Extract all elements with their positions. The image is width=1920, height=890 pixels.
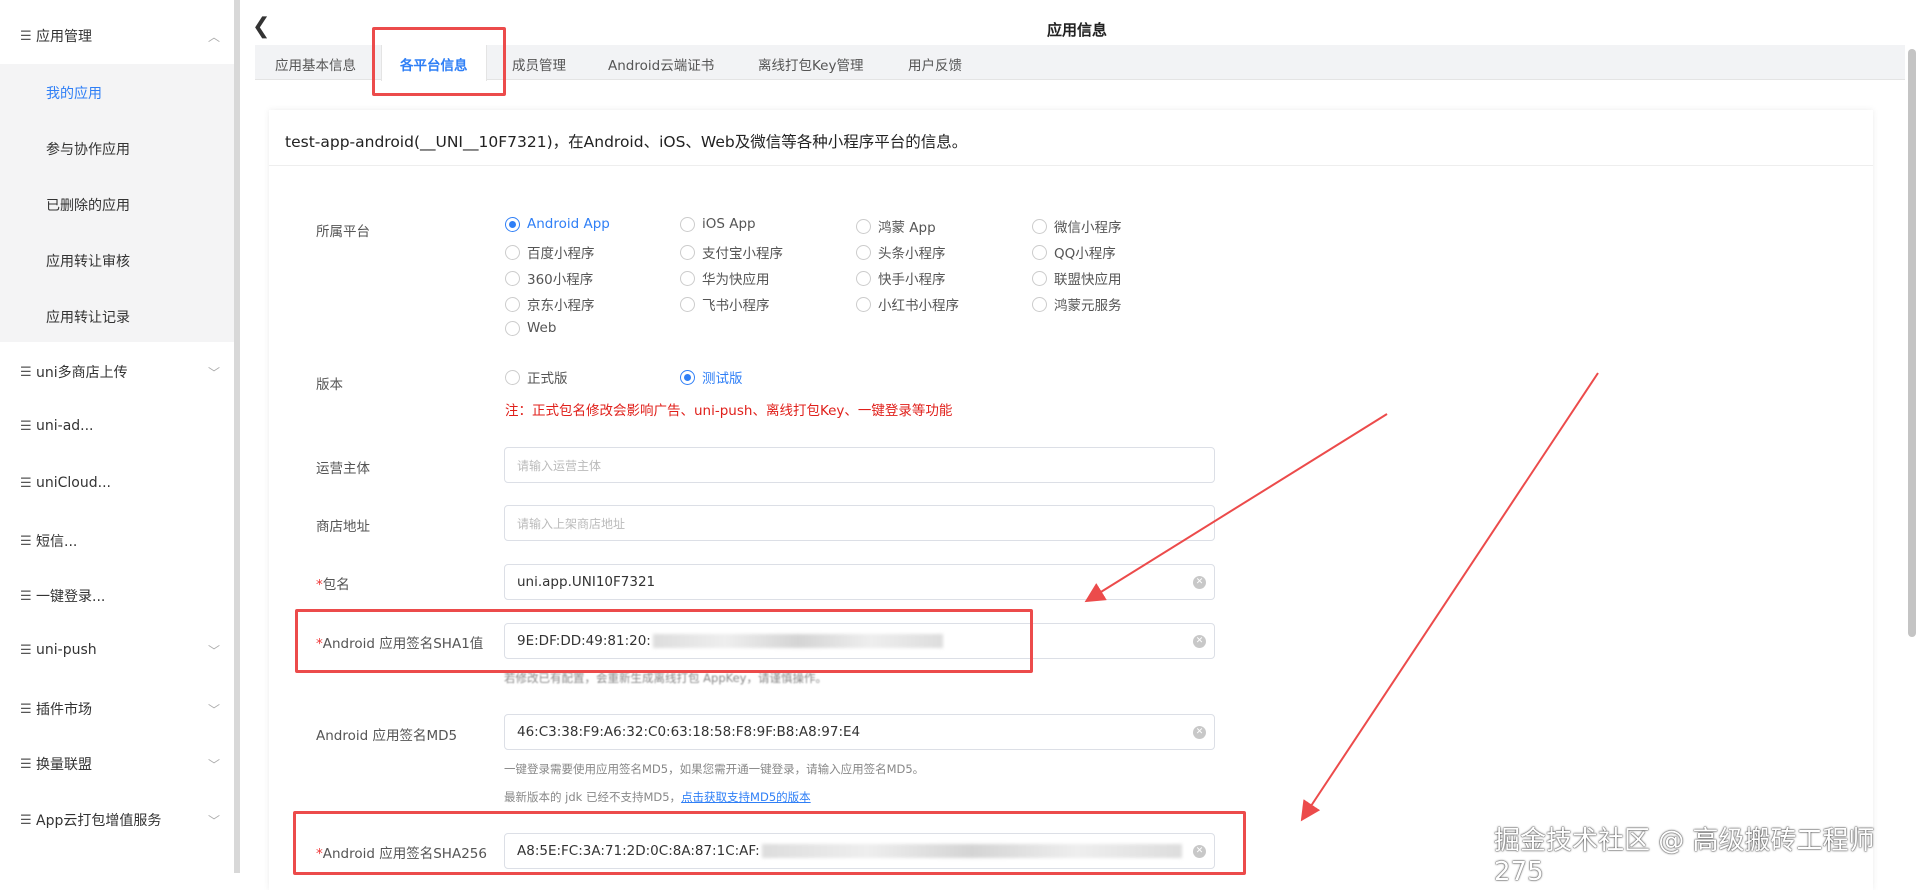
annotation-arrows bbox=[1084, 372, 1599, 822]
arrow-to-sha1 bbox=[1084, 413, 1388, 603]
page-scrollbar[interactable] bbox=[1908, 49, 1916, 637]
watermark: 掘金技术社区 @ 高级搬砖工程师275 bbox=[1494, 826, 1875, 887]
